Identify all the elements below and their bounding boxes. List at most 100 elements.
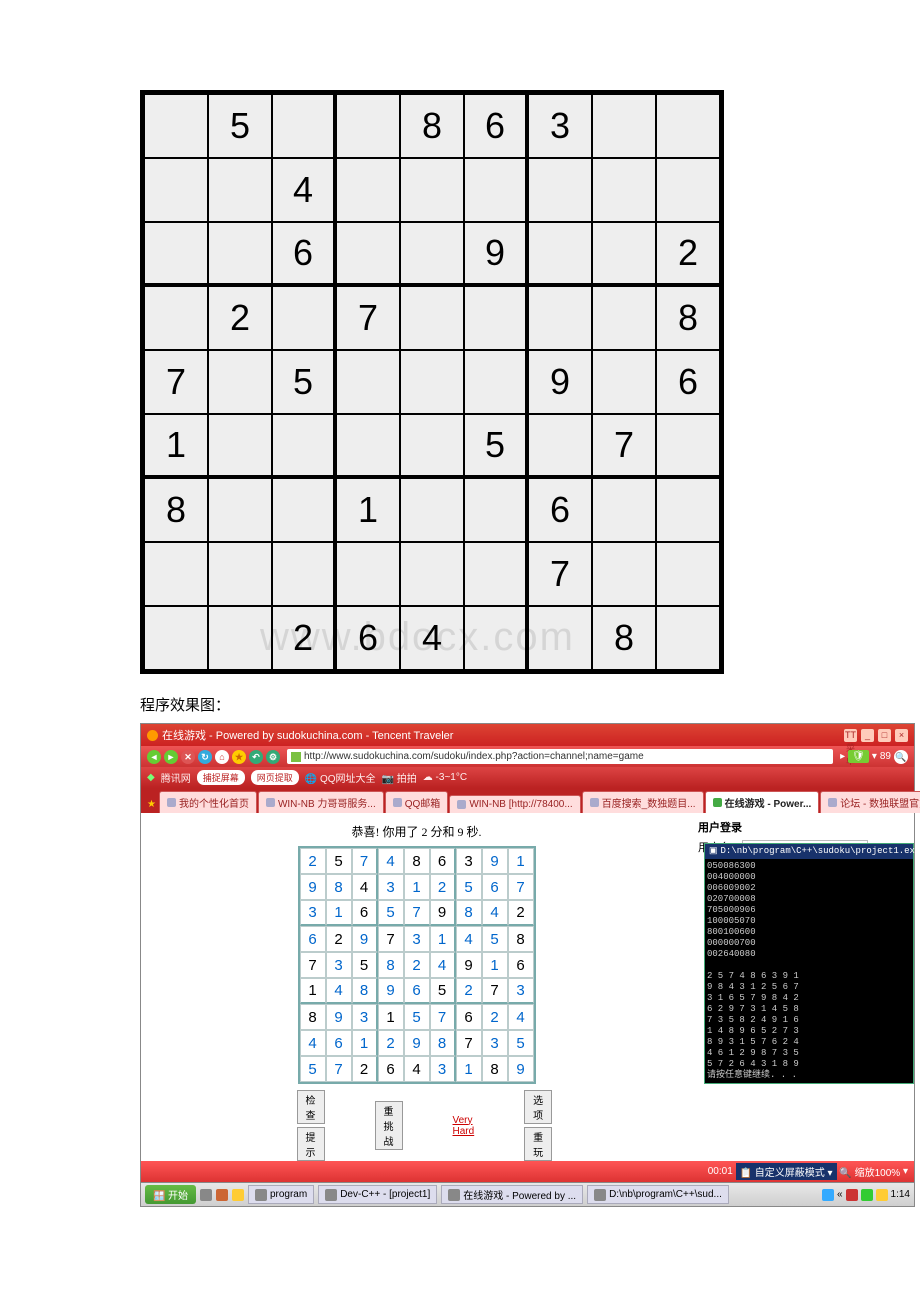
links-toolbar: ◆腾讯网 捕捉屏幕 网页提取 🌐 QQ网址大全 📷 拍拍 ☁ -3~1°C — [141, 767, 914, 788]
solved-cell: 3 — [300, 900, 326, 926]
solved-cell: 7 — [456, 1030, 482, 1056]
puzzle-cell — [528, 414, 592, 478]
browser-tab[interactable]: QQ邮箱 — [385, 791, 449, 813]
refresh-icon[interactable]: ↻ — [198, 750, 212, 764]
address-bar[interactable]: http://www.sudokuchina.com/sudoku/index.… — [287, 749, 833, 764]
puzzle-cell — [400, 158, 464, 222]
puzzle-cell — [592, 350, 656, 414]
puzzle-cell: 7 — [592, 414, 656, 478]
menu-button[interactable]: TT 菜单 — [844, 729, 857, 742]
solved-cell: 9 — [456, 952, 482, 978]
solved-cell: 1 — [430, 926, 456, 952]
app-icon — [147, 730, 158, 741]
puzzle-cell: 8 — [144, 478, 208, 542]
ql-icon[interactable] — [216, 1189, 228, 1201]
puzzle-cell — [400, 542, 464, 606]
maximize-icon[interactable]: □ — [878, 729, 891, 742]
puzzle-cell — [336, 222, 400, 286]
home-icon[interactable]: ⌂ — [215, 750, 229, 764]
solved-cell: 8 — [300, 1004, 326, 1030]
puzzle-cell — [144, 158, 208, 222]
console-window: ▣D:\nb\program\C++\sudoku\project1.exe 0… — [704, 843, 914, 1084]
window-title: 在线游戏 - Powered by sudokuchina.com - Tenc… — [162, 727, 453, 743]
browser-tab[interactable]: WIN-NB 力哥哥服务... — [258, 791, 384, 813]
custom-mode: 📋 自定义屏蔽模式 ▾ — [736, 1163, 837, 1180]
puzzle-cell: 5 — [464, 414, 528, 478]
tray-icon[interactable] — [846, 1189, 858, 1201]
browser-tab[interactable]: 在线游戏 - Power... — [705, 791, 820, 813]
tray-icon[interactable] — [876, 1189, 888, 1201]
puzzle-cell — [144, 606, 208, 670]
go-icon[interactable]: ▸ — [840, 751, 845, 762]
browser-tab[interactable]: 我的个性化首页 — [159, 791, 257, 813]
solved-cell: 4 — [508, 1004, 534, 1030]
solved-cell: 1 — [508, 848, 534, 874]
taskbar-item[interactable]: program — [248, 1185, 314, 1204]
solved-cell: 8 — [482, 1056, 508, 1082]
browser-tab[interactable]: 论坛 - 数独联盟官方... — [820, 791, 920, 813]
capture-button[interactable]: 捕捉屏幕 — [197, 770, 245, 785]
solved-cell: 2 — [482, 1004, 508, 1030]
solved-cell: 1 — [300, 978, 326, 1004]
repick-button[interactable]: 重挑战 — [375, 1101, 403, 1150]
puzzle-cell — [336, 350, 400, 414]
puzzle-cell: 8 — [592, 606, 656, 670]
tray-icon[interactable] — [822, 1189, 834, 1201]
solved-cell: 6 — [456, 1004, 482, 1030]
puzzle-cell — [400, 414, 464, 478]
hint-button[interactable]: 提示 — [297, 1127, 325, 1161]
solved-cell: 5 — [378, 900, 404, 926]
puzzle-cell — [208, 542, 272, 606]
browser-tab[interactable]: 百度搜索_数独题目... — [582, 791, 704, 813]
solved-cell: 1 — [482, 952, 508, 978]
reset-button[interactable]: 重玩 — [524, 1127, 552, 1161]
tray-icon[interactable] — [861, 1189, 873, 1201]
puzzle-cell — [464, 158, 528, 222]
solved-cell: 1 — [404, 874, 430, 900]
stop-icon[interactable]: ✕ — [181, 750, 195, 764]
check-button[interactable]: 检查 — [297, 1090, 325, 1124]
nav-toolbar: ◄ ► ✕ ↻ ⌂ ★ ↶ ⚙ http://www.sudokuchina.c… — [141, 746, 914, 767]
zoom-value: 89 — [880, 751, 891, 762]
tool-icon[interactable]: ⚙ — [266, 750, 280, 764]
solved-cell: 6 — [508, 952, 534, 978]
solved-cell: 2 — [456, 978, 482, 1004]
solved-cell: 9 — [300, 874, 326, 900]
taskbar-item[interactable]: D:\nb\program\C++\sud... — [587, 1185, 729, 1204]
ql-icon[interactable] — [232, 1189, 244, 1201]
history-icon[interactable]: ↶ — [249, 750, 263, 764]
ql-icon[interactable] — [200, 1189, 212, 1201]
search-icon[interactable]: 🔍 — [894, 750, 908, 764]
favorite-icon[interactable]: ★ — [232, 750, 246, 764]
zoom-status[interactable]: 🔍 缩放100% — [839, 1164, 900, 1179]
solved-cell: 9 — [352, 926, 378, 952]
solved-cell: 7 — [326, 1056, 352, 1082]
solved-cell: 2 — [378, 1030, 404, 1056]
back-icon[interactable]: ◄ — [147, 750, 161, 764]
solved-cell: 5 — [352, 952, 378, 978]
minimize-icon[interactable]: _ — [861, 729, 874, 742]
puzzle-cell: 8 — [400, 94, 464, 158]
start-button[interactable]: 🪟 开始 — [145, 1185, 196, 1204]
taskbar-item[interactable]: Dev-C++ - [project1] — [318, 1185, 437, 1204]
puzzle-cell: 5 — [272, 350, 336, 414]
solved-cell: 7 — [508, 874, 534, 900]
star-icon[interactable]: ★ — [144, 796, 159, 813]
solved-cell: 6 — [430, 848, 456, 874]
puzzle-cell — [656, 478, 720, 542]
solved-cell: 5 — [326, 848, 352, 874]
solved-cell: 3 — [378, 874, 404, 900]
puzzle-cell — [656, 158, 720, 222]
extract-button[interactable]: 网页提取 — [251, 770, 299, 785]
close-icon[interactable]: × — [895, 729, 908, 742]
browser-tab[interactable]: WIN-NB [http://78400... — [449, 795, 580, 813]
cmd-icon: ▣ — [709, 846, 718, 857]
caption: 程序效果图： — [140, 694, 780, 715]
solved-cell: 4 — [482, 900, 508, 926]
puzzle-cell: 9 — [464, 222, 528, 286]
taskbar-item[interactable]: 在线游戏 - Powered by ... — [441, 1185, 583, 1204]
forward-icon[interactable]: ► — [164, 750, 178, 764]
solved-cell: 5 — [404, 1004, 430, 1030]
options-button[interactable]: 选项 — [524, 1090, 552, 1124]
puzzle-cell — [592, 478, 656, 542]
